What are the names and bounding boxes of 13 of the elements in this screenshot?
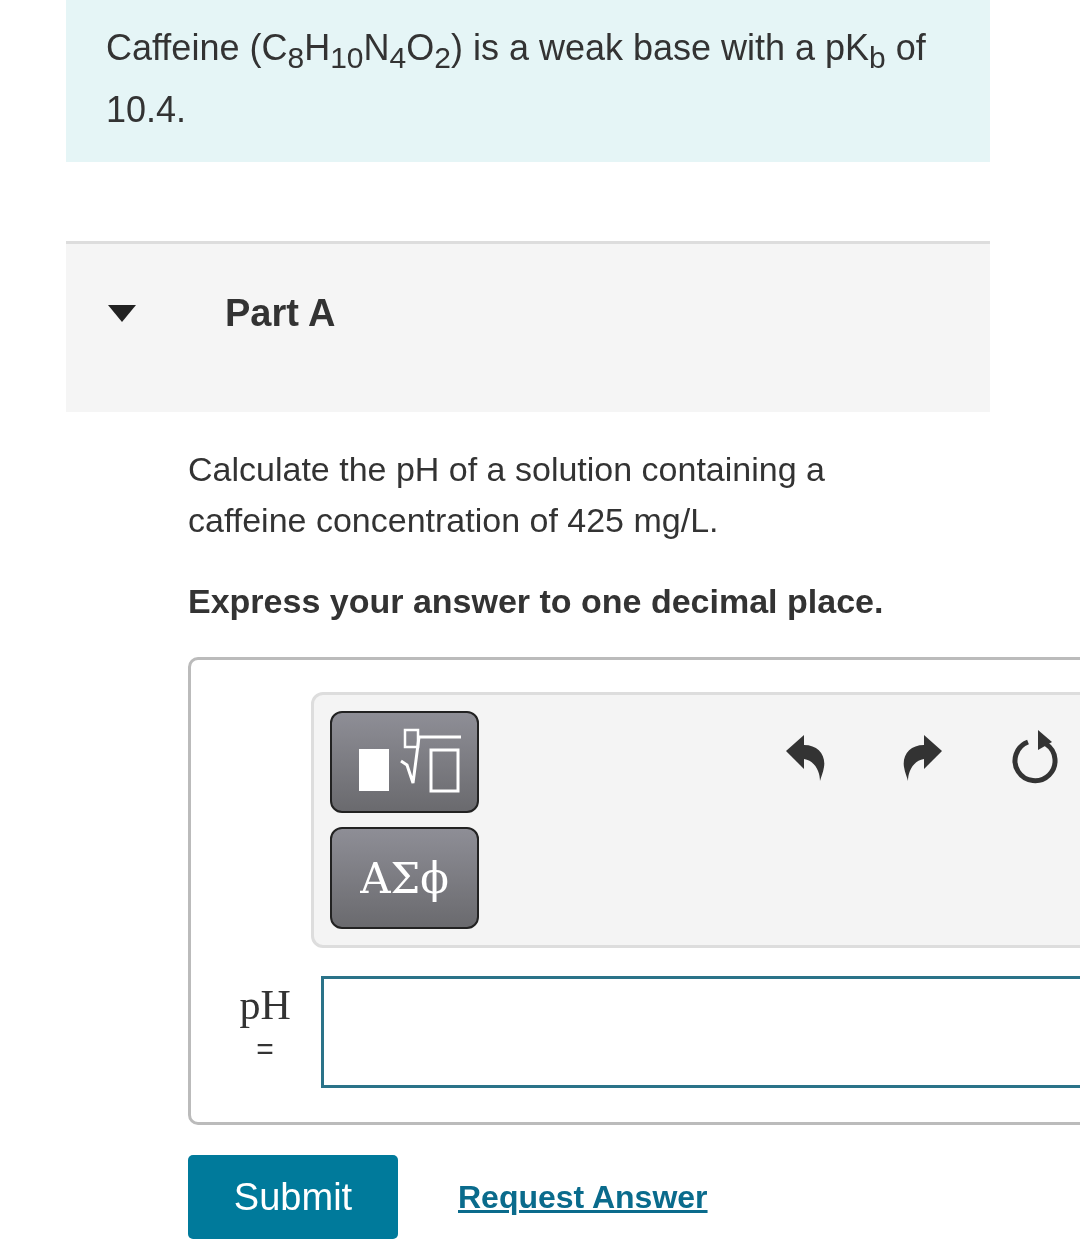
request-answer-link[interactable]: Request Answer <box>458 1178 708 1216</box>
symbols-button[interactable]: ΑΣϕ <box>330 827 479 929</box>
equals-sign: = <box>256 1031 274 1067</box>
question-text: Calculate the pH of a solution containing a caffeine concentration of 425 mg/L. <box>188 449 826 541</box>
variable-label: pH <box>239 981 291 1030</box>
caret-icon <box>106 302 138 324</box>
intro-text: Caffeine (C$_{8}$H$_{10}$N$_{4}$O$_{2}$) is a weak base with a pK$_{b}$ of 10.4. <box>106 26 926 133</box>
part-title: Part A <box>225 291 336 335</box>
template-button[interactable] <box>330 711 479 813</box>
submit-button[interactable]: Submit <box>188 1155 398 1239</box>
answer-field[interactable] <box>321 976 1080 1088</box>
instruction-text: Express your answer to one decimal place. <box>188 581 885 622</box>
collapse-toggle[interactable] <box>106 302 138 324</box>
